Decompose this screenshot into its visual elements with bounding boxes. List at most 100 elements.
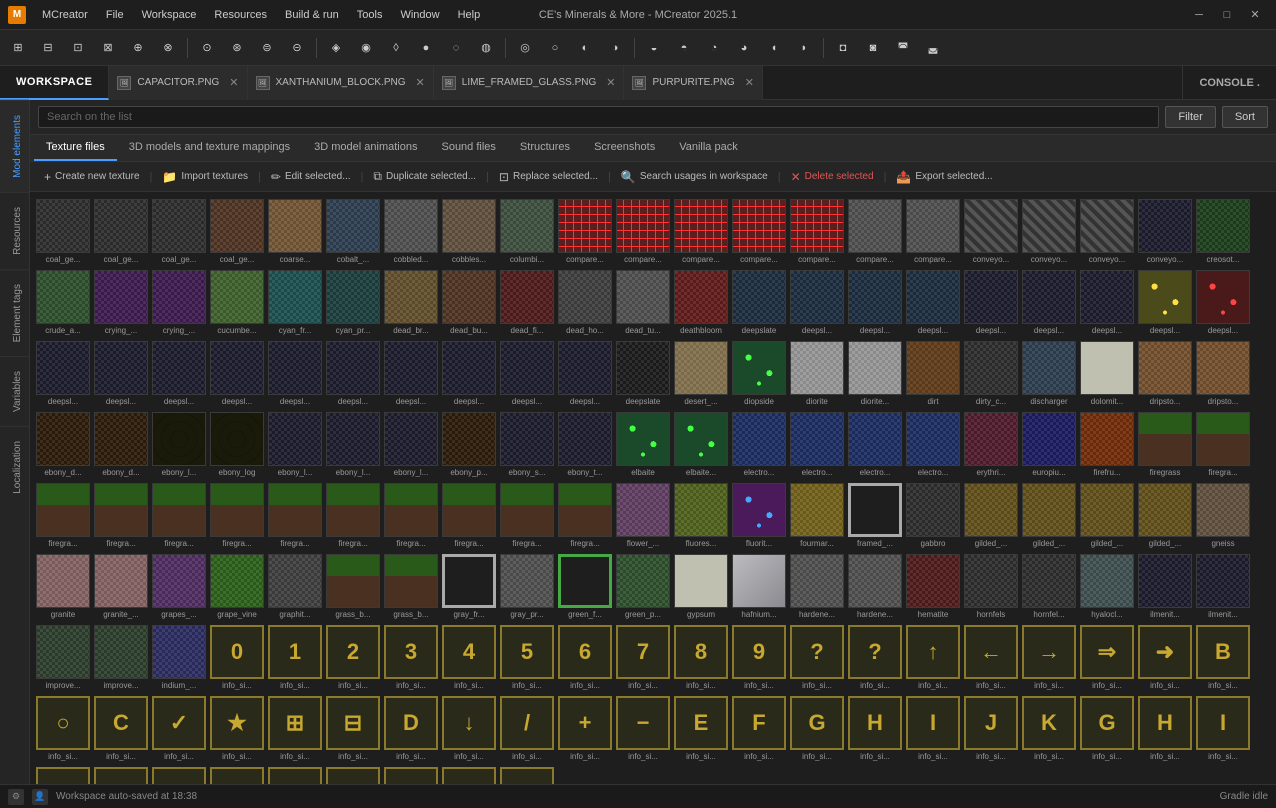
texture-item[interactable]: gneiss [1194, 480, 1252, 551]
texture-item[interactable]: Dinfo_si... [382, 693, 440, 764]
texture-item[interactable]: fluorit... [730, 480, 788, 551]
texture-item[interactable]: ebony_log [208, 409, 266, 480]
resource-tab-6[interactable]: Vanilla pack [667, 135, 750, 161]
texture-item[interactable]: ebony_p... [440, 409, 498, 480]
toolbar-button-34[interactable]: ◛ [919, 34, 947, 62]
texture-item[interactable]: deepsl... [34, 338, 92, 409]
action-btn-1[interactable]: 📁Import textures [154, 167, 256, 187]
file-tab-close-0[interactable]: ✕ [229, 76, 238, 89]
texture-item[interactable]: gilded_... [1020, 480, 1078, 551]
texture-item[interactable]: coarse... [266, 196, 324, 267]
toolbar-button-17[interactable]: ◍ [472, 34, 500, 62]
toolbar-button-32[interactable]: ◙ [859, 34, 887, 62]
texture-item[interactable]: dolomit... [1078, 338, 1136, 409]
texture-item[interactable]: cobbled... [382, 196, 440, 267]
texture-item[interactable]: deepsl... [92, 338, 150, 409]
texture-item[interactable]: 5info_si... [498, 622, 556, 693]
toolbar-button-22[interactable]: ◑ [601, 34, 629, 62]
side-tab-2[interactable]: Element tags [0, 269, 29, 356]
texture-item[interactable]: Kinfo_si... [150, 764, 208, 784]
texture-item[interactable]: firegra... [1194, 409, 1252, 480]
texture-item[interactable]: dead_tu... [614, 267, 672, 338]
texture-item[interactable]: crude_a... [34, 267, 92, 338]
texture-item[interactable]: firegra... [92, 480, 150, 551]
texture-item[interactable]: 8info_si... [672, 622, 730, 693]
texture-item[interactable]: improve... [92, 622, 150, 693]
texture-item[interactable]: firegrass [1136, 409, 1194, 480]
texture-item[interactable]: green_p... [614, 551, 672, 622]
user-icon[interactable]: 👤 [32, 789, 48, 805]
texture-item[interactable]: fourmar... [788, 480, 846, 551]
texture-item[interactable]: dripsto... [1194, 338, 1252, 409]
toolbar-button-0[interactable]: ⊞ [4, 34, 32, 62]
texture-item[interactable]: compare... [614, 196, 672, 267]
menu-mcreator[interactable]: MCreator [34, 6, 96, 24]
texture-item[interactable]: Finfo_si... [730, 693, 788, 764]
workspace-tab[interactable]: WORKSPACE [0, 66, 109, 100]
texture-item[interactable]: compare... [730, 196, 788, 267]
file-tab-3[interactable]: 🖼PURPURITE.PNG✕ [624, 66, 762, 100]
texture-item[interactable]: ←info_si... [962, 622, 1020, 693]
texture-item[interactable]: firegra... [266, 480, 324, 551]
search-input[interactable] [38, 106, 1159, 128]
texture-item[interactable]: deathbloom [672, 267, 730, 338]
texture-item[interactable]: electro... [730, 409, 788, 480]
texture-item[interactable]: deepsl... [440, 338, 498, 409]
menu-tools[interactable]: Tools [349, 6, 391, 24]
texture-item[interactable]: conveyo... [1078, 196, 1136, 267]
close-button[interactable]: ✕ [1242, 4, 1268, 26]
texture-item[interactable]: electro... [904, 409, 962, 480]
texture-item[interactable]: dead_br... [382, 267, 440, 338]
texture-item[interactable]: grass_b... [382, 551, 440, 622]
texture-item[interactable]: Hinfo_si... [498, 764, 556, 784]
texture-item[interactable]: crying_... [92, 267, 150, 338]
toolbar-button-8[interactable]: ⊛ [223, 34, 251, 62]
toolbar-button-9[interactable]: ⊜ [253, 34, 281, 62]
texture-item[interactable]: deepslate [614, 338, 672, 409]
minimize-button[interactable]: ─ [1186, 4, 1212, 26]
texture-item[interactable]: 0info_si... [208, 622, 266, 693]
texture-item[interactable]: diorite... [846, 338, 904, 409]
texture-item[interactable]: hafnium... [730, 551, 788, 622]
toolbar-button-4[interactable]: ⊕ [124, 34, 152, 62]
texture-item[interactable]: flower_... [614, 480, 672, 551]
texture-item[interactable]: dirty_c... [962, 338, 1020, 409]
texture-item[interactable]: →info_si... [1020, 622, 1078, 693]
texture-item[interactable]: cucumbe... [208, 267, 266, 338]
texture-item[interactable]: elbaite [614, 409, 672, 480]
action-btn-4[interactable]: ⊡Replace selected... [491, 167, 606, 187]
texture-item[interactable]: coal_ge... [208, 196, 266, 267]
settings-icon[interactable]: ⚙ [8, 789, 24, 805]
texture-item[interactable]: Binfo_si... [1194, 622, 1252, 693]
texture-item[interactable]: deepsl... [498, 338, 556, 409]
texture-item[interactable]: dirt [904, 338, 962, 409]
texture-item[interactable]: hornfel... [1020, 551, 1078, 622]
texture-item[interactable]: firegra... [556, 480, 614, 551]
texture-item[interactable]: Jinfo_si... [92, 764, 150, 784]
toolbar-button-27[interactable]: ◕ [730, 34, 758, 62]
action-btn-3[interactable]: ⧉Duplicate selected... [365, 166, 484, 187]
texture-item[interactable]: conveyo... [1136, 196, 1194, 267]
toolbar-button-25[interactable]: ◓ [670, 34, 698, 62]
texture-item[interactable]: graphit... [266, 551, 324, 622]
texture-item[interactable]: ⇒info_si... [1078, 622, 1136, 693]
texture-item[interactable]: granite_... [92, 551, 150, 622]
filter-button[interactable]: Filter [1165, 106, 1215, 128]
texture-item[interactable]: coal_ge... [34, 196, 92, 267]
texture-item[interactable]: deepsl... [150, 338, 208, 409]
resource-tab-2[interactable]: 3D model animations [302, 135, 429, 161]
texture-item[interactable]: desert_... [672, 338, 730, 409]
toolbar-button-24[interactable]: ◒ [640, 34, 668, 62]
texture-item[interactable]: improve... [34, 622, 92, 693]
texture-item[interactable]: hardene... [846, 551, 904, 622]
menu-window[interactable]: Window [392, 6, 447, 24]
texture-item[interactable]: conveyo... [962, 196, 1020, 267]
toolbar-button-7[interactable]: ⊙ [193, 34, 221, 62]
texture-item[interactable]: ebony_l... [324, 409, 382, 480]
texture-item[interactable]: hyalocl... [1078, 551, 1136, 622]
texture-item[interactable]: deepsl... [556, 338, 614, 409]
texture-item[interactable]: coal_ge... [150, 196, 208, 267]
texture-item[interactable]: compare... [556, 196, 614, 267]
toolbar-button-15[interactable]: ● [412, 34, 440, 62]
resource-tab-3[interactable]: Sound files [429, 135, 507, 161]
